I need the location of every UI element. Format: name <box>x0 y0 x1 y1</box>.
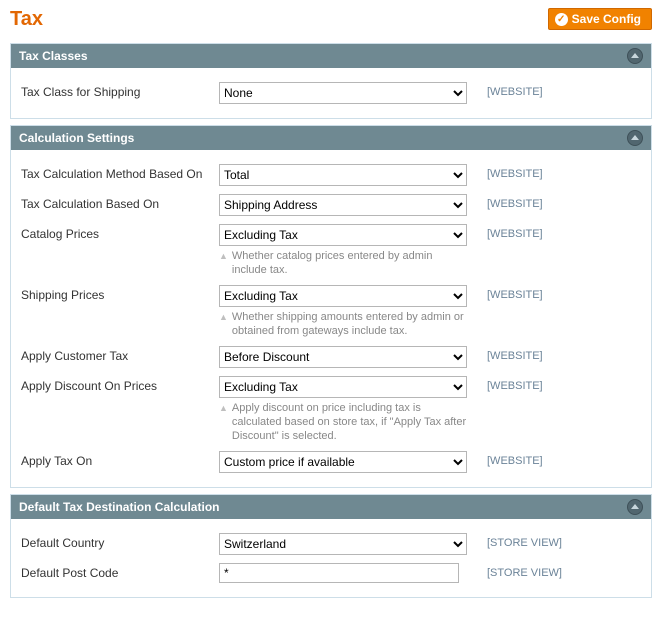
scope-label: [WEBSITE] <box>467 82 587 102</box>
scope-label: [WEBSITE] <box>467 346 587 366</box>
collapse-icon <box>627 499 643 515</box>
scope-label: [WEBSITE] <box>467 194 587 214</box>
label-default-country: Default Country <box>21 533 219 553</box>
scope-label: [WEBSITE] <box>467 451 587 471</box>
select-catalog-prices[interactable]: Excluding Tax <box>219 224 467 246</box>
hint-catalog-prices: ▲ Whether catalog prices entered by admi… <box>219 249 467 277</box>
label-tax-calc-based-on: Tax Calculation Based On <box>21 194 219 214</box>
section-default-destination: Default Tax Destination Calculation Defa… <box>10 494 652 598</box>
check-icon: ✓ <box>555 13 568 26</box>
collapse-icon <box>627 48 643 64</box>
label-apply-discount-on-prices: Apply Discount On Prices <box>21 376 219 396</box>
select-apply-customer-tax[interactable]: Before Discount <box>219 346 467 368</box>
section-header-calculation-settings[interactable]: Calculation Settings <box>11 126 651 150</box>
save-config-label: Save Config <box>572 12 641 26</box>
triangle-icon: ▲ <box>219 401 228 443</box>
section-title: Calculation Settings <box>19 131 134 145</box>
collapse-icon <box>627 130 643 146</box>
scope-label: [WEBSITE] <box>467 285 587 305</box>
select-apply-tax-on[interactable]: Custom price if available <box>219 451 467 473</box>
scope-label: [STORE VIEW] <box>467 533 587 553</box>
triangle-icon: ▲ <box>219 249 228 277</box>
select-shipping-tax-class[interactable]: None <box>219 82 467 104</box>
triangle-icon: ▲ <box>219 310 228 338</box>
label-tax-calc-method-based-on: Tax Calculation Method Based On <box>21 164 219 184</box>
select-shipping-prices[interactable]: Excluding Tax <box>219 285 467 307</box>
scope-label: [WEBSITE] <box>467 376 587 396</box>
scope-label: [WEBSITE] <box>467 224 587 244</box>
label-default-post-code: Default Post Code <box>21 563 219 583</box>
input-default-post-code[interactable] <box>219 563 459 583</box>
label-apply-customer-tax: Apply Customer Tax <box>21 346 219 366</box>
label-apply-tax-on: Apply Tax On <box>21 451 219 471</box>
page-title: Tax <box>10 8 43 31</box>
select-tax-calc-method-based-on[interactable]: Total <box>219 164 467 186</box>
label-catalog-prices: Catalog Prices <box>21 224 219 244</box>
section-title: Default Tax Destination Calculation <box>19 500 219 514</box>
scope-label: [STORE VIEW] <box>467 563 587 583</box>
hint-shipping-prices: ▲ Whether shipping amounts entered by ad… <box>219 310 467 338</box>
section-calculation-settings: Calculation Settings Tax Calculation Met… <box>10 125 652 488</box>
select-apply-discount-on-prices[interactable]: Excluding Tax <box>219 376 467 398</box>
section-title: Tax Classes <box>19 49 88 63</box>
select-tax-calc-based-on[interactable]: Shipping Address <box>219 194 467 216</box>
section-tax-classes: Tax Classes Tax Class for Shipping None … <box>10 43 652 119</box>
scope-label: [WEBSITE] <box>467 164 587 184</box>
select-default-country[interactable]: Switzerland <box>219 533 467 555</box>
label-shipping-prices: Shipping Prices <box>21 285 219 305</box>
section-header-tax-classes[interactable]: Tax Classes <box>11 44 651 68</box>
save-config-button[interactable]: ✓ Save Config <box>548 8 652 30</box>
label-shipping-tax-class: Tax Class for Shipping <box>21 82 219 102</box>
hint-apply-discount-on-prices: ▲ Apply discount on price including tax … <box>219 401 467 443</box>
section-header-default-destination[interactable]: Default Tax Destination Calculation <box>11 495 651 519</box>
